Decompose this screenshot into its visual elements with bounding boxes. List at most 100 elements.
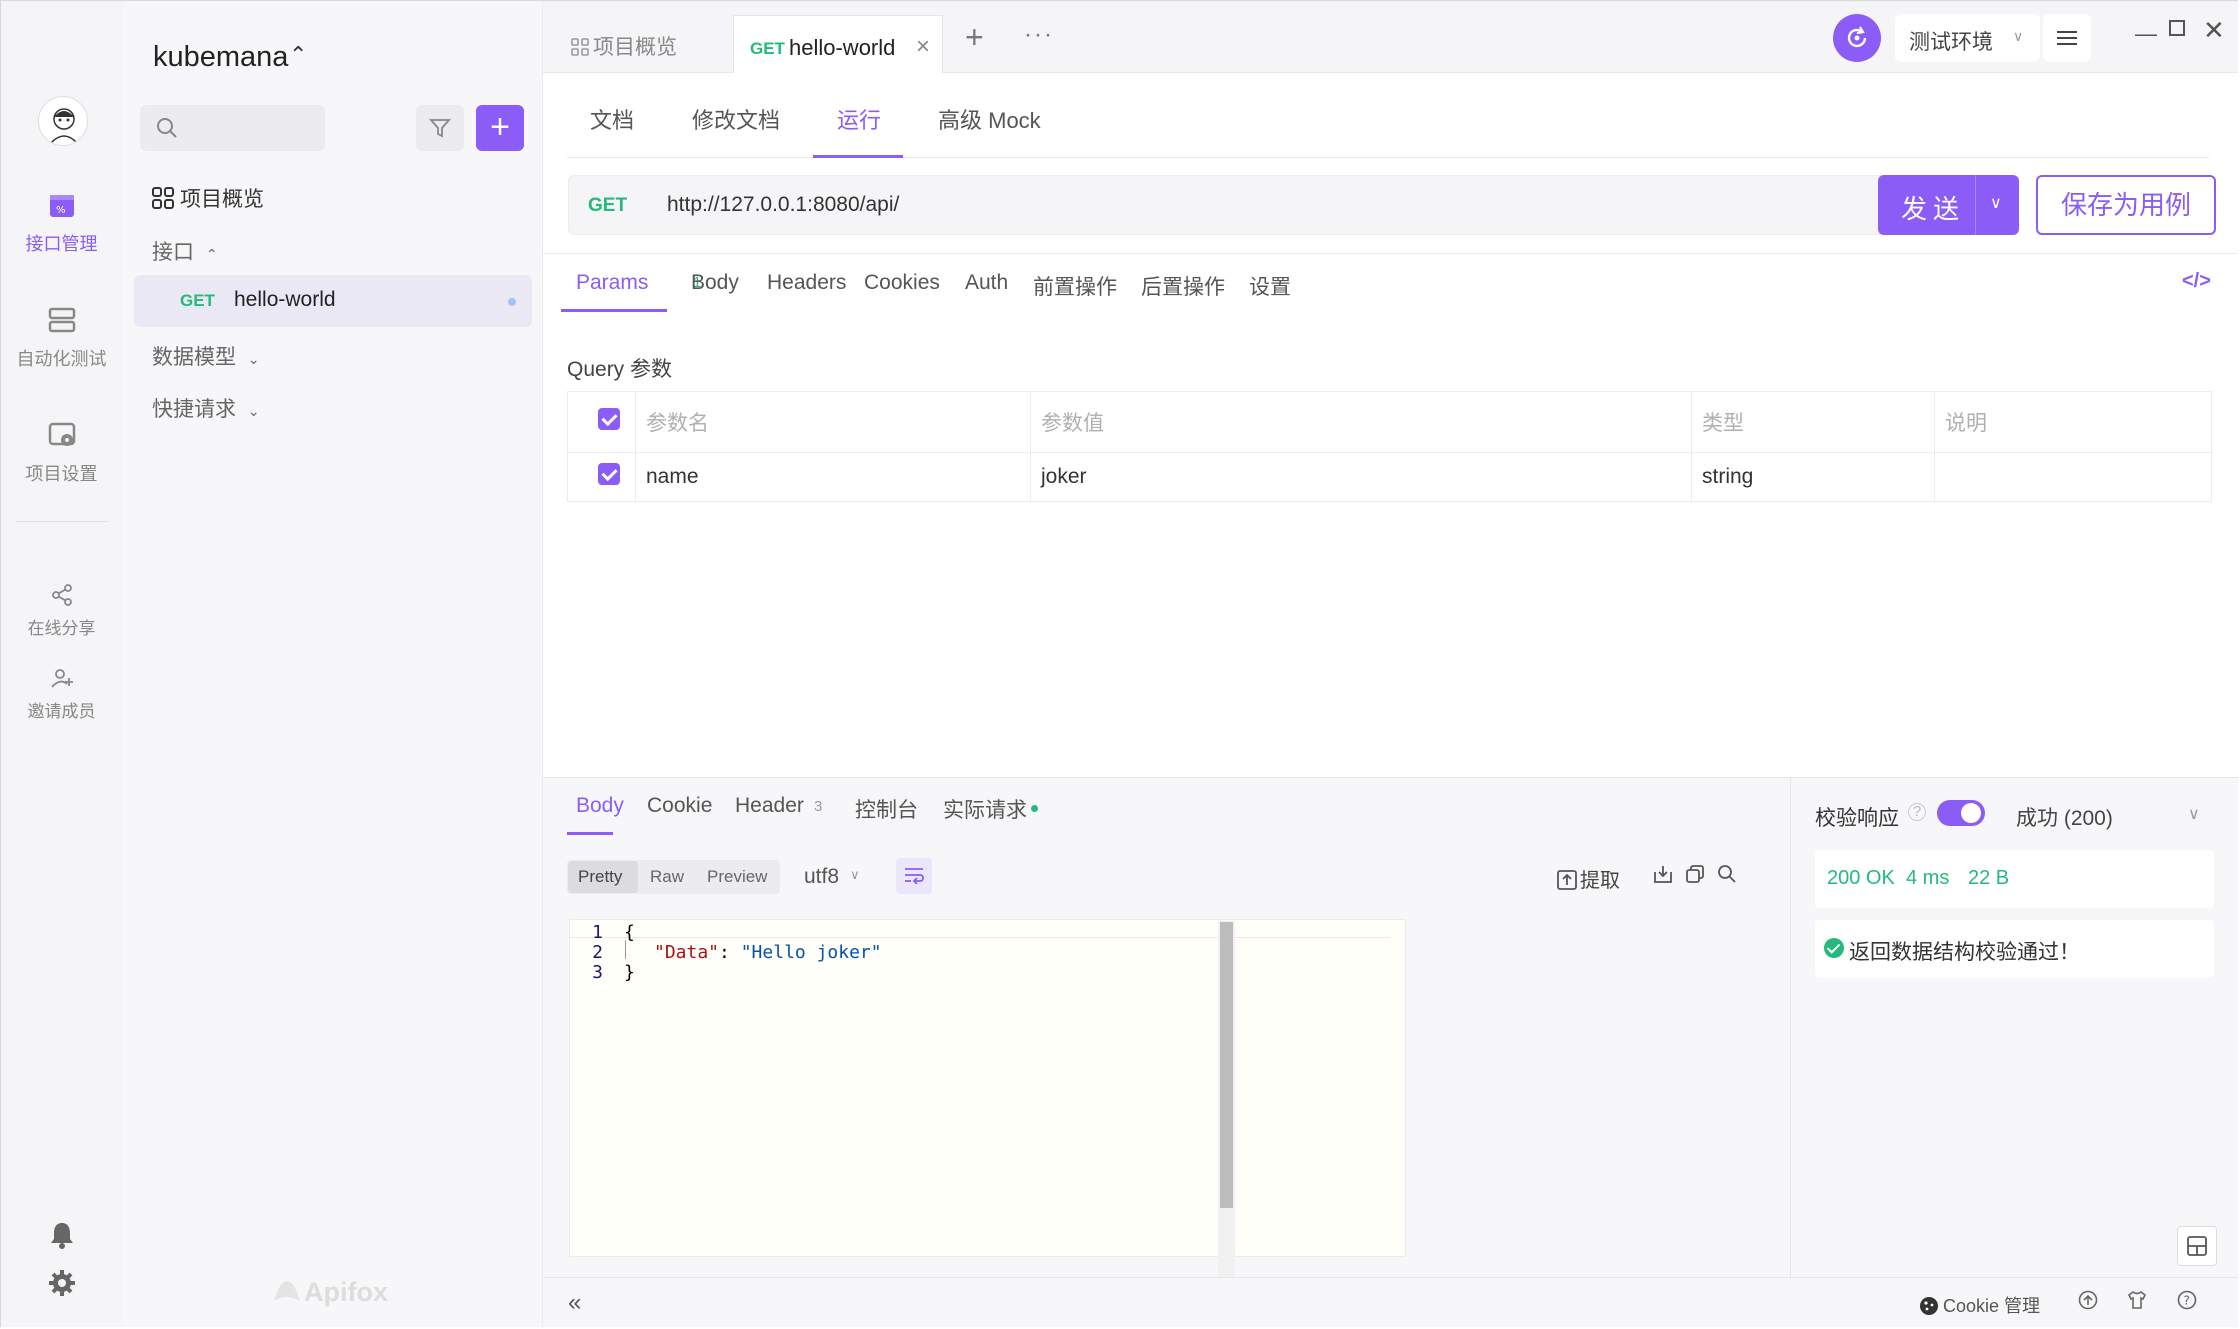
tab-console[interactable]: 控制台 <box>855 794 918 824</box>
search-icon[interactable] <box>1717 864 1737 890</box>
verify-toggle[interactable] <box>1937 800 1985 826</box>
status-dot <box>1031 805 1038 812</box>
url-bar[interactable]: GET http://127.0.0.1:8080/api/ <box>568 175 1905 235</box>
rail-item-api[interactable]: % 接口管理 <box>1 191 122 256</box>
rail-item-share[interactable]: 在线分享 <box>1 583 122 639</box>
sidebar-item-overview[interactable]: 项目概览 <box>152 183 264 215</box>
tab-params[interactable]: Params <box>576 271 648 295</box>
tab-docs[interactable]: 文档 <box>590 103 634 135</box>
left-rail: % 接口管理 自动化测试 项目设置 在线分享 邀请成员 <box>1 1 122 1327</box>
tab-response-cookie[interactable]: Cookie <box>647 794 712 818</box>
tab-body[interactable]: Body <box>691 271 739 295</box>
tab-cookies[interactable]: Cookies <box>864 271 940 295</box>
tab-settings[interactable]: 设置 <box>1249 271 1291 301</box>
row-checkbox[interactable] <box>598 463 620 485</box>
sync-button[interactable] <box>1833 14 1881 62</box>
param-name-cell[interactable]: name <box>635 452 1031 502</box>
active-tab-indicator <box>561 309 667 312</box>
download-icon[interactable] <box>1653 864 1673 890</box>
gear-icon[interactable] <box>48 1269 76 1302</box>
tab-post-ops[interactable]: 后置操作 <box>1141 271 1225 301</box>
minimize-icon[interactable]: — <box>2135 21 2157 47</box>
help-icon[interactable]: ? <box>1908 803 1926 821</box>
rail-item-invite[interactable]: 邀请成员 <box>1 666 122 722</box>
help-icon[interactable]: ? <box>2177 1290 2197 1316</box>
verify-status-select[interactable]: 成功 (200) <box>2016 802 2113 832</box>
tab-pre-ops[interactable]: 前置操作 <box>1033 271 1117 301</box>
wrap-lines-button[interactable] <box>896 858 932 894</box>
encoding-select[interactable]: utf8 <box>804 865 839 889</box>
tab-headers[interactable]: Headers <box>767 271 846 295</box>
view-preview[interactable]: Preview <box>707 867 767 887</box>
rail-item-project-settings[interactable]: 项目设置 <box>1 421 122 486</box>
search-input[interactable] <box>140 105 325 151</box>
request-panel: 文档 修改文档 运行 高级 Mock GET http://127.0.0.1:… <box>543 73 2238 777</box>
tab-auth[interactable]: Auth <box>965 271 1008 295</box>
sidebar-group-models[interactable]: 数据模型 ⌄ <box>152 341 260 371</box>
rail-divider <box>15 521 108 522</box>
table-row: name joker string <box>567 452 2212 502</box>
select-all-checkbox[interactable] <box>598 408 620 430</box>
status-bar: « Cookie 管理 ? <box>543 1277 2238 1327</box>
code-line: "Data": "Hello joker" <box>654 942 882 963</box>
verify-label: 校验响应 <box>1815 807 1899 830</box>
tab-response-header[interactable]: Header <box>735 794 804 818</box>
upload-icon[interactable] <box>2078 1290 2098 1316</box>
bell-icon[interactable] <box>49 1221 75 1254</box>
add-button[interactable]: + <box>476 105 524 151</box>
verify-panel: 校验响应 ? 成功 (200) ∨ 200 OK 4 ms 22 B 返回数据结… <box>1790 777 2238 1277</box>
view-raw[interactable]: Raw <box>650 867 684 887</box>
tab-response-body[interactable]: Body <box>576 794 624 818</box>
automation-icon <box>1 306 122 339</box>
save-as-case-button[interactable]: 保存为用例 <box>2036 175 2216 235</box>
tab-run[interactable]: 运行 <box>837 103 881 135</box>
send-button[interactable]: 发送 ∨ <box>1878 175 2019 235</box>
tab-bar: 项目概览 GET hello-world × + ··· 测试环境 ∨ — ✕ <box>543 1 2238 74</box>
divider <box>543 253 2238 254</box>
scrollbar-thumb[interactable] <box>1220 922 1233 1208</box>
view-pretty[interactable]: Pretty <box>578 867 622 887</box>
sidebar-group-quick[interactable]: 快捷请求 ⌄ <box>152 393 260 423</box>
method-badge: GET <box>180 291 215 310</box>
new-tab-button[interactable]: + <box>965 21 984 53</box>
column-header: 类型 <box>1691 391 1935 453</box>
url-input[interactable]: http://127.0.0.1:8080/api/ <box>667 193 899 217</box>
layout-toggle-button[interactable] <box>2177 1226 2217 1266</box>
code-icon[interactable]: </> <box>2182 270 2211 293</box>
tab-actual-request[interactable]: 实际请求 <box>943 794 1027 824</box>
maximize-icon[interactable] <box>2168 17 2186 43</box>
chevron-down-icon: ⌄ <box>247 351 260 367</box>
menu-button[interactable] <box>2043 14 2091 62</box>
environment-select[interactable]: 测试环境 ∨ <box>1895 14 2040 62</box>
close-icon[interactable]: × <box>916 33 930 61</box>
param-value-cell[interactable]: joker <box>1030 452 1692 502</box>
extract-button[interactable]: 提取 <box>1557 864 1620 893</box>
shirt-icon[interactable] <box>2127 1290 2147 1316</box>
wrap-icon <box>905 868 924 885</box>
copy-icon[interactable] <box>1685 864 1705 890</box>
more-icon[interactable]: ··· <box>1024 21 1054 49</box>
method-select[interactable]: GET <box>588 195 627 217</box>
group-label: 数据模型 <box>152 346 236 369</box>
tab-mock[interactable]: 高级 Mock <box>938 103 1041 135</box>
chevron-down-icon[interactable]: ∨ <box>2188 804 2200 824</box>
response-code-editor[interactable]: 1 { 2 "Data": "Hello joker" 3 } <box>569 919 1406 1257</box>
project-name[interactable]: kubemana <box>153 41 288 74</box>
line-number: 3 <box>592 962 603 983</box>
project-switch-icon[interactable]: ⌃ <box>289 42 307 68</box>
rail-item-automation[interactable]: 自动化测试 <box>1 306 122 371</box>
avatar[interactable] <box>38 96 88 146</box>
filter-button[interactable] <box>416 105 464 151</box>
tab-edit-docs[interactable]: 修改文档 <box>692 103 780 135</box>
cookie-manager-label: Cookie 管理 <box>1943 1296 2041 1316</box>
column-header: 参数值 <box>1030 391 1692 453</box>
cookie-manager-button[interactable]: Cookie 管理 <box>1919 1292 2040 1318</box>
param-desc-cell[interactable] <box>1934 452 2212 502</box>
tab-hello-world[interactable]: GET hello-world × <box>733 15 943 74</box>
close-window-icon[interactable]: ✕ <box>2203 15 2225 46</box>
collapse-sidebar-icon[interactable]: « <box>568 1289 581 1317</box>
tab-overview[interactable]: 项目概览 <box>571 31 677 62</box>
chevron-down-icon[interactable]: ∨ <box>1990 193 2002 213</box>
sidebar-group-api[interactable]: 接口 ⌃ <box>152 236 218 266</box>
param-type-cell[interactable]: string <box>1691 452 1935 502</box>
